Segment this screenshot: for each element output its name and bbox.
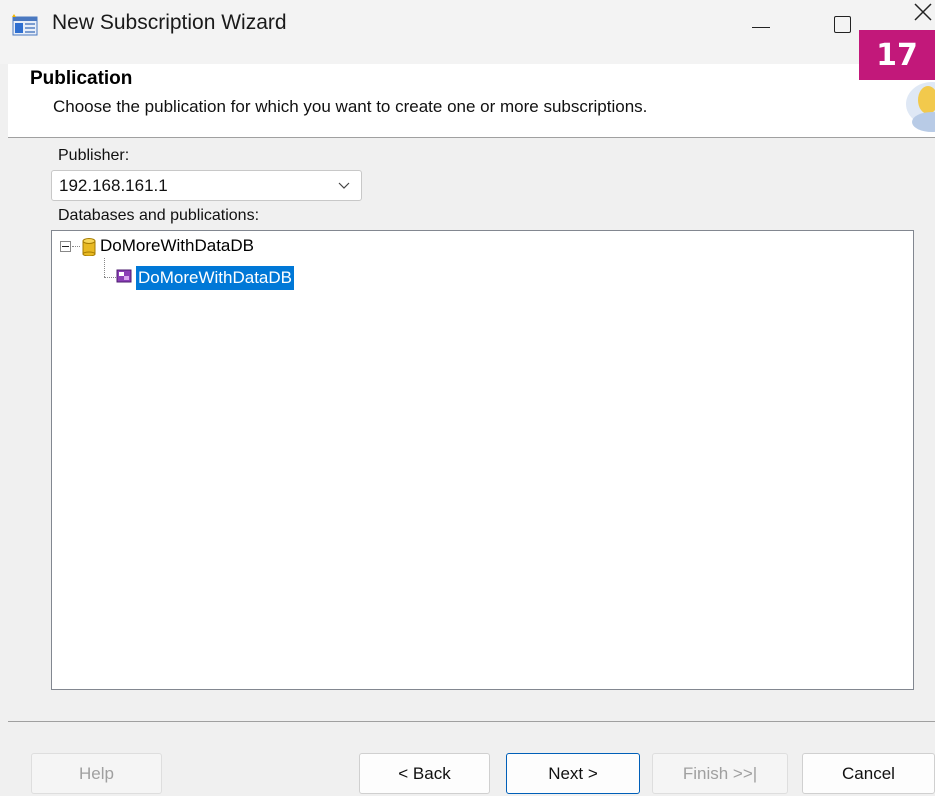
footer-divider	[8, 721, 935, 722]
next-button[interactable]: Next >	[506, 753, 640, 794]
wizard-header: Publication Choose the publication for w…	[8, 64, 935, 138]
databases-publications-tree[interactable]: DoMoreWithDataDB DoMoreWithDataDB	[51, 230, 914, 690]
help-button[interactable]: Help	[31, 753, 162, 794]
tree-node-label: DoMoreWithDataDB	[100, 236, 254, 255]
finish-button[interactable]: Finish >>|	[652, 753, 788, 794]
chevron-down-icon[interactable]	[337, 178, 351, 197]
tree-node-publication[interactable]: DoMoreWithDataDB	[135, 265, 295, 291]
title-bar: New Subscription Wizard	[0, 0, 935, 64]
cancel-button[interactable]: Cancel	[802, 753, 935, 794]
minimize-icon[interactable]	[738, 0, 784, 48]
publication-icon	[116, 268, 132, 289]
page-title: Publication	[30, 68, 133, 89]
tree-connector	[72, 246, 80, 247]
tree-connector	[104, 258, 105, 277]
databases-publications-label: Databases and publications:	[58, 207, 260, 224]
publisher-value: 192.168.161.1	[59, 176, 168, 195]
page-description: Choose the publication for which you wan…	[53, 97, 648, 116]
publisher-label: Publisher:	[58, 147, 130, 164]
database-icon	[82, 238, 96, 261]
collapse-icon[interactable]	[60, 241, 71, 252]
step-number-badge: 17	[859, 30, 935, 80]
publisher-dropdown[interactable]: 192.168.161.1	[51, 170, 362, 201]
tree-connector	[104, 277, 116, 278]
back-button[interactable]: < Back	[359, 753, 490, 794]
window-title: New Subscription Wizard	[52, 11, 287, 34]
wizard-app-icon	[12, 14, 38, 36]
